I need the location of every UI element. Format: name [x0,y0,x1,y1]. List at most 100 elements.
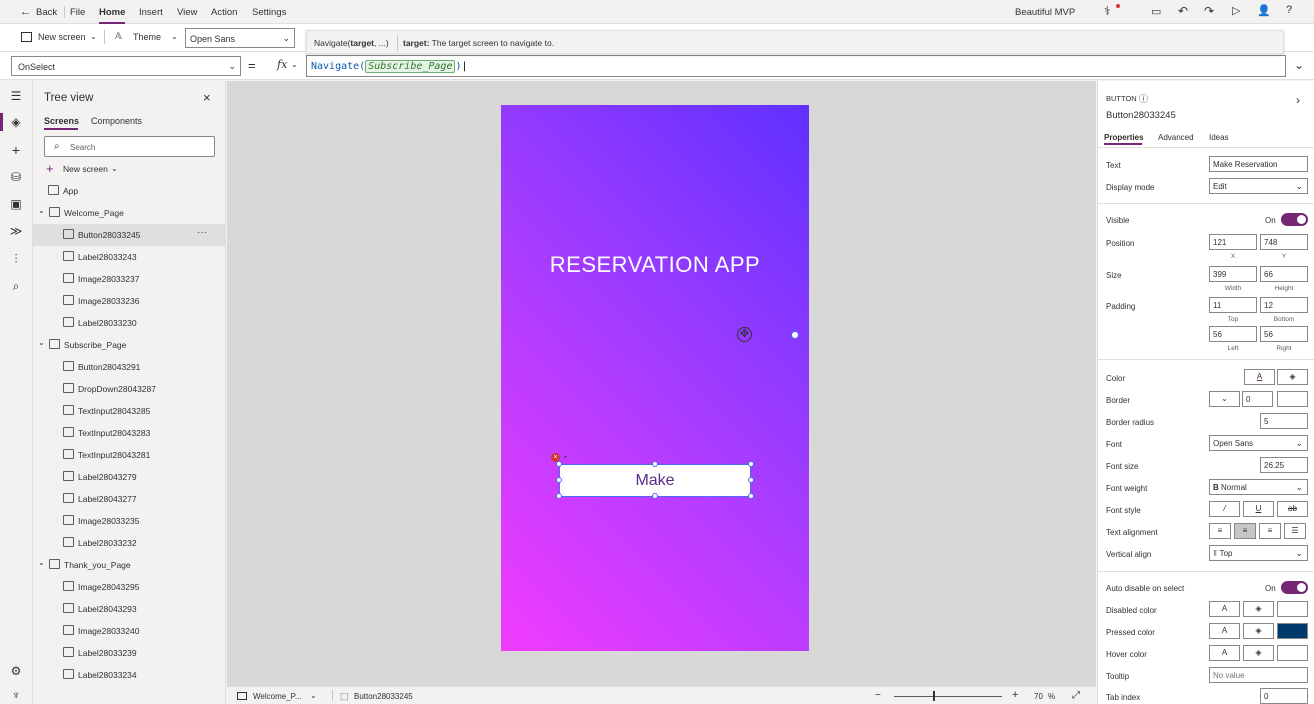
tree-item-control[interactable]: TextInput28043283 [33,422,226,444]
text-input[interactable]: Make Reservation [1209,156,1308,172]
breadcrumb-screen[interactable]: Welcome_P... [253,692,302,701]
border-color-swatch[interactable] [1277,391,1308,407]
tab-ideas[interactable]: Ideas [1209,133,1229,142]
tooltip-input[interactable] [1209,667,1308,683]
close-icon[interactable]: × [203,90,211,105]
tree-item-control[interactable]: DropDown28043287 [33,378,226,400]
tree-item-screen[interactable]: ⌄ Subscribe_Page [33,334,226,356]
tree-item-control[interactable]: Label28033232 [33,532,226,554]
help-icon[interactable]: ? [1286,4,1292,16]
data-cylinder-icon[interactable]: ⛁ [9,170,23,184]
vertical-align-select[interactable]: ⫪ Top ⌄ [1209,545,1308,561]
virtual-agent-icon[interactable]: ♆ [9,688,23,702]
padding-right-input[interactable]: 56 [1260,326,1308,342]
tree-item-control[interactable]: Label28033239 [33,642,226,664]
font-select[interactable]: Open Sans ⌄ [185,28,295,48]
chevron-down-icon[interactable]: ⌄ [38,206,45,215]
auto-disable-toggle[interactable] [1281,581,1308,594]
hover-text-color-icon[interactable]: A [1209,645,1240,661]
underline-icon[interactable]: U [1243,501,1274,517]
padding-left-input[interactable]: 56 [1209,326,1257,342]
zoom-slider-thumb[interactable] [933,691,935,701]
tree-item-screen[interactable]: ⌄ Welcome_Page [33,202,226,224]
menu-settings[interactable]: Settings [252,7,286,18]
border-style-select[interactable]: ⌄ [1209,391,1240,407]
height-input[interactable]: 66 [1260,266,1308,282]
zoom-slider[interactable] [894,696,1002,697]
tree-item-control[interactable]: Image28043295 [33,576,226,598]
fx-button[interactable]: fx [277,58,287,71]
fill-color-icon[interactable]: ◈ [1277,369,1308,385]
tree-item-control[interactable]: Image28033236 [33,290,226,312]
align-justify-icon[interactable]: ☰ [1284,523,1306,539]
layers-icon[interactable]: ◈ [9,115,23,129]
text-color-icon[interactable]: A [1244,369,1275,385]
padding-bottom-input[interactable]: 12 [1260,297,1308,313]
tab-properties[interactable]: Properties [1104,133,1144,142]
share-user-icon[interactable]: 👤 [1257,4,1271,17]
zoom-out-icon[interactable]: − [875,690,881,701]
font-size-input[interactable]: 26.25 [1260,457,1308,473]
visible-toggle[interactable] [1281,213,1308,226]
width-input[interactable]: 399 [1209,266,1257,282]
tree-item-app[interactable]: App [33,180,226,202]
disabled-border-color-swatch[interactable] [1277,601,1308,617]
tree-item-control[interactable]: Image28033240 [33,620,226,642]
app-screen[interactable]: RESERVATION APP ✥ × ⌄ Make [501,105,809,651]
tree-item-control[interactable]: Label28033230 [33,312,226,334]
resize-handle[interactable] [652,461,658,467]
resize-handle[interactable] [556,477,562,483]
chevron-down-icon[interactable]: ⌄ [310,691,317,700]
chevron-down-icon[interactable]: ⌄ [90,32,97,41]
theme-button[interactable]: Theme [133,32,161,42]
search-box[interactable]: ⌕ Search [44,136,215,157]
expand-formula-icon[interactable]: ⌄ [1294,58,1304,72]
back-button[interactable]: Back [36,7,57,18]
tree-item-control[interactable]: Label28033234 [33,664,226,686]
resize-handle[interactable] [748,493,754,499]
chevron-down-icon[interactable]: ⌄ [171,32,178,41]
chevron-down-icon[interactable]: ⌄ [291,60,298,69]
tab-advanced[interactable]: Advanced [1158,133,1194,142]
resize-handle[interactable] [652,493,658,499]
settings-gear-icon[interactable]: ⚙ [9,664,23,678]
pressed-text-color-icon[interactable]: A [1209,623,1240,639]
tab-index-input[interactable]: 0 [1260,688,1308,704]
tree-item-control[interactable]: Button28033245 ··· [33,224,226,246]
disabled-text-color-icon[interactable]: A [1209,601,1240,617]
padding-top-input[interactable]: 11 [1209,297,1257,313]
breadcrumb-control[interactable]: Button28033245 [354,692,413,701]
italic-icon[interactable]: / [1209,501,1240,517]
chevron-down-icon[interactable]: ⌄ [562,451,569,460]
info-icon[interactable]: ⓘ [1139,92,1148,105]
hamburger-icon[interactable]: ☰ [9,89,23,103]
move-handle-icon[interactable]: ✥ [737,327,752,342]
power-automate-icon[interactable]: ≫ [9,224,23,238]
font-weight-select[interactable]: B Normal ⌄ [1209,479,1308,495]
resize-handle[interactable] [556,493,562,499]
property-select[interactable]: OnSelect ⌄ [11,56,241,76]
zoom-in-icon[interactable]: + [1012,689,1018,701]
resize-handle[interactable] [748,461,754,467]
tree-item-control[interactable]: Label28043277 [33,488,226,510]
more-options-icon[interactable]: ··· [197,227,207,238]
control-name[interactable]: Button28033245 [1106,110,1176,121]
font-select[interactable]: Open Sans ⌄ [1209,435,1308,451]
play-icon[interactable]: ▷ [1232,4,1240,17]
position-x-input[interactable]: 121 [1209,234,1257,250]
menu-view[interactable]: View [177,7,197,18]
chevron-down-icon[interactable]: ⌄ [111,164,118,173]
hover-border-color-swatch[interactable] [1277,645,1308,661]
pressed-fill-color-icon[interactable]: ◈ [1243,623,1274,639]
pressed-border-color-swatch[interactable] [1277,623,1308,639]
fit-to-window-icon[interactable]: ⤢ [1072,690,1080,701]
rotate-handle[interactable] [791,331,799,339]
undo-icon[interactable]: ↶ [1178,4,1188,18]
tree-item-control[interactable]: Label28033243 [33,246,226,268]
strikethrough-icon[interactable]: ab [1277,501,1308,517]
redo-icon[interactable]: ↷ [1204,4,1214,18]
border-radius-input[interactable]: 5 [1260,413,1308,429]
media-icon[interactable]: ▣ [9,197,23,211]
tree-item-screen[interactable]: ⌄ Thank_you_Page [33,554,226,576]
tree-item-control[interactable]: Label28043279 [33,466,226,488]
